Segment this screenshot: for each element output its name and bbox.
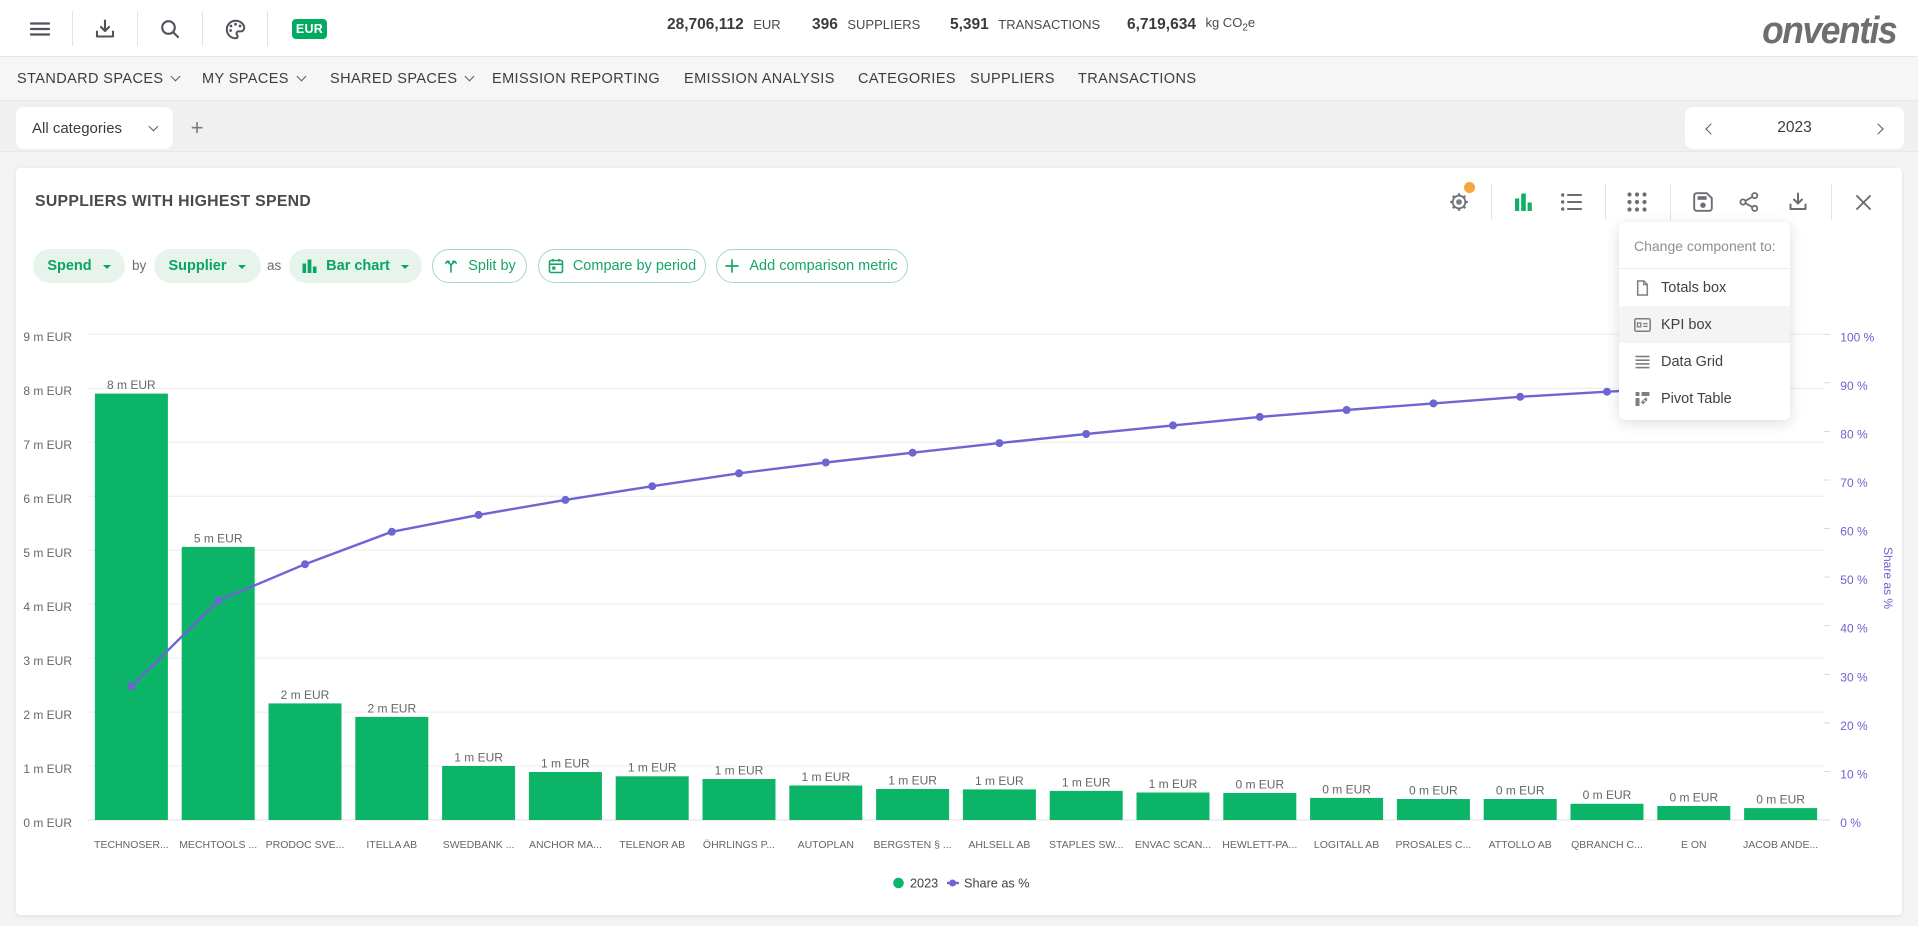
svg-text:ÖHRLINGS P...: ÖHRLINGS P... bbox=[703, 839, 775, 851]
svg-text:Share as %: Share as % bbox=[964, 877, 1030, 891]
svg-text:7 m EUR: 7 m EUR bbox=[23, 438, 72, 452]
svg-text:20 %: 20 % bbox=[1840, 719, 1868, 733]
svg-text:1 m EUR: 1 m EUR bbox=[801, 770, 850, 784]
svg-text:LOGITALL AB: LOGITALL AB bbox=[1314, 839, 1379, 851]
svg-text:BERGSTEN § ...: BERGSTEN § ... bbox=[874, 839, 952, 851]
svg-text:8 m EUR: 8 m EUR bbox=[23, 384, 72, 398]
svg-text:Share as %: Share as % bbox=[1881, 547, 1895, 609]
svg-text:0 m EUR: 0 m EUR bbox=[1322, 782, 1371, 796]
svg-text:1 m EUR: 1 m EUR bbox=[715, 763, 764, 777]
svg-text:6 m EUR: 6 m EUR bbox=[23, 492, 72, 506]
svg-text:AHLSELL AB: AHLSELL AB bbox=[968, 839, 1030, 851]
svg-text:1 m EUR: 1 m EUR bbox=[23, 762, 72, 776]
svg-text:1 m EUR: 1 m EUR bbox=[1149, 777, 1198, 791]
svg-text:50 %: 50 % bbox=[1840, 573, 1868, 587]
svg-text:60 %: 60 % bbox=[1840, 525, 1868, 539]
svg-text:ITELLA AB: ITELLA AB bbox=[366, 839, 417, 851]
svg-text:MECHTOOLS ...: MECHTOOLS ... bbox=[179, 839, 257, 851]
svg-text:TELENOR AB: TELENOR AB bbox=[619, 839, 685, 851]
svg-text:PROSALES C...: PROSALES C... bbox=[1395, 839, 1471, 851]
svg-text:2 m EUR: 2 m EUR bbox=[367, 701, 416, 715]
svg-text:1 m EUR: 1 m EUR bbox=[888, 773, 937, 787]
svg-text:SWEDBANK ...: SWEDBANK ... bbox=[443, 839, 515, 851]
svg-text:40 %: 40 % bbox=[1840, 622, 1868, 636]
svg-text:90 %: 90 % bbox=[1840, 379, 1868, 393]
svg-text:ENVAC SCAN...: ENVAC SCAN... bbox=[1135, 839, 1211, 851]
svg-text:4 m EUR: 4 m EUR bbox=[23, 600, 72, 614]
svg-text:1 m EUR: 1 m EUR bbox=[541, 756, 590, 770]
svg-text:QBRANCH C...: QBRANCH C... bbox=[1571, 839, 1643, 851]
svg-text:HEWLETT-PA...: HEWLETT-PA... bbox=[1222, 839, 1297, 851]
svg-text:0 m EUR: 0 m EUR bbox=[1669, 790, 1718, 804]
svg-text:1 m EUR: 1 m EUR bbox=[1062, 775, 1111, 789]
svg-text:0 m EUR: 0 m EUR bbox=[23, 816, 72, 830]
svg-text:2023: 2023 bbox=[910, 877, 938, 891]
svg-text:0 m EUR: 0 m EUR bbox=[1235, 777, 1284, 791]
svg-text:AUTOPLAN: AUTOPLAN bbox=[798, 839, 854, 851]
svg-text:0 m EUR: 0 m EUR bbox=[1583, 788, 1632, 802]
svg-text:5 m EUR: 5 m EUR bbox=[194, 531, 243, 545]
svg-text:80 %: 80 % bbox=[1840, 427, 1868, 441]
svg-text:STAPLES SW...: STAPLES SW... bbox=[1049, 839, 1124, 851]
svg-text:10 %: 10 % bbox=[1840, 767, 1868, 781]
svg-text:0 m EUR: 0 m EUR bbox=[1409, 783, 1458, 797]
svg-text:30 %: 30 % bbox=[1840, 670, 1868, 684]
svg-text:9 m EUR: 9 m EUR bbox=[23, 330, 72, 344]
svg-text:2 m EUR: 2 m EUR bbox=[281, 688, 330, 702]
svg-text:TECHNOSER...: TECHNOSER... bbox=[94, 839, 169, 851]
svg-text:0 %: 0 % bbox=[1840, 816, 1861, 830]
svg-text:1 m EUR: 1 m EUR bbox=[628, 761, 677, 775]
svg-text:ATTOLLO AB: ATTOLLO AB bbox=[1489, 839, 1552, 851]
svg-text:ANCHOR MA...: ANCHOR MA... bbox=[529, 839, 602, 851]
svg-text:JACOB ANDE...: JACOB ANDE... bbox=[1743, 839, 1818, 851]
svg-text:8 m EUR: 8 m EUR bbox=[107, 378, 156, 392]
svg-text:E ON: E ON bbox=[1681, 839, 1707, 851]
svg-text:5 m EUR: 5 m EUR bbox=[23, 546, 72, 560]
svg-text:PRODOC SVE...: PRODOC SVE... bbox=[266, 839, 345, 851]
svg-text:70 %: 70 % bbox=[1840, 476, 1868, 490]
svg-text:3 m EUR: 3 m EUR bbox=[23, 654, 72, 668]
svg-text:1 m EUR: 1 m EUR bbox=[454, 750, 503, 764]
svg-text:2 m EUR: 2 m EUR bbox=[23, 708, 72, 722]
svg-text:0 m EUR: 0 m EUR bbox=[1496, 783, 1545, 797]
svg-text:0 m EUR: 0 m EUR bbox=[1756, 793, 1805, 807]
svg-text:100 %: 100 % bbox=[1840, 330, 1874, 344]
svg-text:1 m EUR: 1 m EUR bbox=[975, 774, 1024, 788]
